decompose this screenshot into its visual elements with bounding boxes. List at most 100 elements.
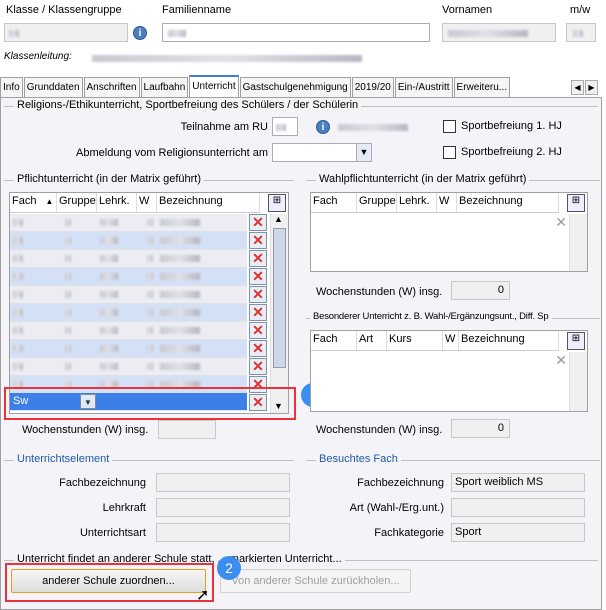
table-row[interactable] (10, 268, 247, 286)
delete-row-icon[interactable]: ✕ (249, 358, 267, 375)
col-gruppe[interactable]: Gruppe (357, 193, 397, 212)
besonderer-group: Besonderer Unterricht z. B. Wahl-/Ergänz… (306, 311, 600, 322)
delete-row-icon[interactable]: ✕ (249, 214, 267, 231)
teilnahme-field[interactable] (272, 117, 298, 136)
highlight-box-1 (4, 387, 296, 420)
delete-icon[interactable]: ✕ (555, 214, 567, 231)
pflicht-title: Pflichtunterricht (in der Matrix geführt… (14, 173, 205, 185)
religion-title: Religions-/Ethikunterricht, Sportbefreiu… (14, 99, 362, 111)
besonderer-scrollbar[interactable] (569, 352, 587, 411)
besonderer-title: Besonderer Unterricht z. B. Wahl-/Ergänz… (310, 311, 552, 322)
familienname-field[interactable] (162, 23, 430, 42)
tab-laufbahn[interactable]: Laufbahn (140, 77, 189, 97)
delete-row-icon[interactable]: ✕ (249, 340, 267, 357)
andere-schule-group: Unterricht findet an anderer Schule stat… (4, 553, 598, 565)
bf-fachkategorie-field: Sport (451, 523, 585, 542)
table-row[interactable] (10, 232, 247, 250)
table-row[interactable] (10, 250, 247, 268)
wahlpflicht-grid: Fach Gruppe Lehrk. W Bezeichnung ⊞ ✕ (310, 192, 588, 272)
tab-grunddaten[interactable]: Grunddaten (23, 77, 83, 97)
table-row[interactable] (10, 322, 247, 340)
ue-lehrkraft-label: Lehrkraft (102, 502, 146, 514)
col-fach[interactable]: Fach ▲ (10, 193, 57, 212)
tab-ein-austritt[interactable]: Ein-/Austritt (394, 77, 453, 97)
von-anderer-schule-zurueckholen-button[interactable]: Von anderer Schule zurückholen... (220, 569, 411, 593)
col-gruppe[interactable]: Gruppe (57, 193, 97, 212)
col-bezeichnung[interactable]: Bezeichnung (459, 331, 559, 350)
scroll-up-icon[interactable]: ▲ (274, 214, 283, 224)
ue-lehrkraft-field (156, 498, 290, 517)
sport2-label: Sportbefreiung 2. HJ (461, 146, 562, 158)
info-icon[interactable]: i (316, 120, 330, 134)
delete-row-icon[interactable]: ✕ (249, 322, 267, 339)
tab-2019-20[interactable]: 2019/20 (351, 77, 394, 97)
vornamen-label: Vornamen (442, 4, 493, 16)
col-lehrk[interactable]: Lehrk. (397, 193, 437, 212)
column-chooser-icon[interactable]: ⊞ (567, 194, 585, 212)
tab-bar: Info Grunddaten Anschriften Laufbahn Unt… (0, 75, 511, 98)
wahlpflicht-scrollbar[interactable] (569, 214, 587, 271)
col-lehrk[interactable]: Lehrk. (97, 193, 137, 212)
table-row[interactable] (10, 304, 247, 322)
column-chooser-icon[interactable]: ⊞ (268, 194, 286, 212)
besuchtes-fach-group: Besuchtes Fach (306, 453, 600, 465)
col-fach[interactable]: Fach (311, 193, 357, 212)
pflicht-scrollbar[interactable]: ▲ ▼ (270, 214, 288, 413)
tab-gastschulgenehmigung[interactable]: Gastschulgenehmigung (239, 77, 351, 97)
tab-anschriften[interactable]: Anschriften (83, 77, 140, 97)
sport1-label: Sportbefreiung 1. HJ (461, 120, 562, 132)
pflicht-group: Pflichtunterricht (in der Matrix geführt… (4, 173, 294, 185)
col-kurs[interactable]: Kurs (387, 331, 443, 350)
sport2-checkbox[interactable] (443, 146, 456, 159)
bf-art-label: Art (Wahl-/Erg.unt.) (349, 502, 444, 514)
klasse-field[interactable] (4, 23, 128, 42)
tab-scroll-left-icon[interactable]: ◀ (571, 80, 584, 95)
sort-asc-icon: ▲ (45, 197, 54, 206)
unterrichtselement-title: Unterrichtselement (14, 453, 113, 465)
besuchtes-fach-title: Besuchtes Fach (316, 453, 401, 465)
col-bezeichnung[interactable]: Bezeichnung (157, 193, 260, 212)
teilnahme-label: Teilnahme am RU (180, 121, 268, 133)
info-icon[interactable]: i (133, 26, 147, 40)
sport1-checkbox[interactable] (443, 120, 456, 133)
table-row[interactable] (10, 214, 247, 232)
teilnahme-value (338, 124, 408, 131)
wahlpflicht-wochenstunden-label: Wochenstunden (W) insg. (316, 286, 443, 298)
col-bezeichnung[interactable]: Bezeichnung (457, 193, 559, 212)
bf-fachbezeichnung-field: Sport weiblich MS (451, 473, 585, 492)
table-row[interactable] (10, 286, 247, 304)
tab-unterricht[interactable]: Unterricht (189, 75, 239, 97)
chevron-down-icon[interactable]: ▼ (356, 144, 371, 161)
tab-scroll-right-icon[interactable]: ▶ (585, 80, 598, 95)
tab-erweiterung[interactable]: Erweiteru... (453, 77, 511, 97)
col-w[interactable]: W (443, 331, 459, 350)
table-row[interactable] (10, 358, 247, 376)
table-row[interactable] (10, 340, 247, 358)
col-art[interactable]: Art (357, 331, 387, 350)
abmeldung-date-picker[interactable]: ▼ (272, 143, 372, 162)
col-w[interactable]: W (437, 193, 457, 212)
col-w[interactable]: W (137, 193, 157, 212)
klassenleitung-label: Klassenleitung: (4, 51, 72, 62)
delete-icon[interactable]: ✕ (555, 352, 567, 369)
delete-row-icon[interactable]: ✕ (249, 304, 267, 321)
pflicht-grid: Fach ▲ Gruppe Lehrk. W Bezeichnung ⊞ Sw … (9, 192, 289, 414)
delete-row-icon[interactable]: ✕ (249, 286, 267, 303)
delete-row-icon[interactable]: ✕ (249, 232, 267, 249)
abmeldung-label: Abmeldung vom Religionsunterricht am (76, 147, 268, 159)
column-chooser-icon[interactable]: ⊞ (567, 332, 585, 350)
col-fach[interactable]: Fach (311, 331, 357, 350)
delete-row-icon[interactable]: ✕ (249, 268, 267, 285)
mw-field[interactable] (566, 23, 596, 42)
tab-info[interactable]: Info (0, 77, 23, 97)
familienname-label: Familienname (162, 4, 232, 16)
wahlpflicht-wochenstunden-field: 0 (451, 281, 510, 300)
delete-row-icon[interactable]: ✕ (249, 250, 267, 267)
highlight-box-2 (5, 563, 214, 602)
unterrichtselement-group: Unterrichtselement (4, 453, 294, 465)
scroll-thumb[interactable] (273, 228, 286, 368)
vornamen-field[interactable] (442, 23, 556, 42)
ue-unterrichtsart-label: Unterrichtsart (79, 527, 146, 539)
ue-fachbezeichnung-field (156, 473, 290, 492)
klasse-label: Klasse / Klassengruppe (6, 4, 122, 16)
